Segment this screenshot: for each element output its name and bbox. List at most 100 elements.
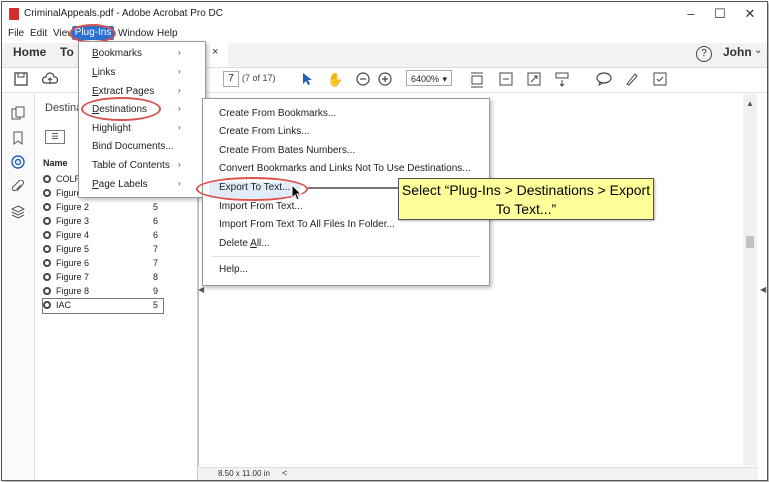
- destination-name: Figure 3: [56, 216, 90, 226]
- destination-page: 5: [153, 300, 159, 310]
- options-menu-icon[interactable]: ☰: [45, 130, 65, 144]
- fit-width-icon[interactable]: [498, 72, 514, 88]
- menu-item-create-from-links[interactable]: Create From Links...: [219, 126, 310, 137]
- fill-sign-icon[interactable]: [652, 72, 668, 88]
- destinations-icon[interactable]: [11, 155, 25, 169]
- mouse-cursor-icon: [291, 183, 303, 205]
- minimize-button[interactable]: –: [677, 5, 705, 23]
- fit-page-icon[interactable]: [469, 72, 485, 88]
- submenu-arrow-icon: ›: [178, 179, 181, 188]
- close-window-button[interactable]: ✕: [736, 5, 764, 23]
- submenu-arrow-icon: ›: [178, 104, 181, 113]
- chevron-down-icon[interactable]: ⌄: [754, 45, 762, 56]
- horizontal-scroll-left-icon[interactable]: <: [282, 468, 287, 478]
- maximize-button[interactable]: ☐: [706, 5, 734, 23]
- menu-item-bookmarks[interactable]: Bookmarks: [92, 48, 142, 59]
- destination-name: Figure 2: [56, 202, 90, 212]
- full-screen-icon[interactable]: [526, 72, 542, 88]
- destination-name: Figure 5: [56, 244, 90, 254]
- menu-item-table-of-contents[interactable]: Table of Contents: [92, 160, 170, 171]
- menu-item-import-all-files[interactable]: Import From Text To All Files In Folder.…: [219, 219, 395, 230]
- page-number-input[interactable]: 7: [223, 71, 239, 87]
- zoom-level-select[interactable]: 6400% ▾: [406, 70, 452, 86]
- scroll-mode-icon[interactable]: [554, 72, 570, 88]
- collapse-right-panel-icon[interactable]: ◀: [760, 285, 766, 294]
- destination-page: 8: [153, 272, 159, 282]
- menu-item-convert-bookmarks-links[interactable]: Convert Bookmarks and Links Not To Use D…: [219, 163, 471, 174]
- destination-icon: [43, 273, 51, 281]
- column-header-name[interactable]: Name: [43, 158, 68, 168]
- window-title: CriminalAppeals.pdf - Adobe Acrobat Pro …: [24, 8, 223, 19]
- tab-close-icon[interactable]: ×: [212, 46, 218, 58]
- destination-row[interactable]: Figure 8 9: [43, 285, 163, 299]
- attachment-icon[interactable]: [11, 179, 25, 194]
- menu-item-create-from-bookmarks[interactable]: Create From Bookmarks...: [219, 108, 336, 119]
- destination-row[interactable]: Figure 4 6: [43, 229, 163, 243]
- destination-row[interactable]: Figure 7 8: [43, 271, 163, 285]
- upload-cloud-icon[interactable]: [41, 72, 59, 88]
- select-arrow-icon[interactable]: [299, 72, 315, 88]
- destination-page: 7: [153, 258, 159, 268]
- page-thumbnails-icon[interactable]: [11, 106, 25, 120]
- destination-row-editing[interactable]: IAC 5: [42, 298, 164, 314]
- tab-tools[interactable]: Tools: [60, 45, 74, 59]
- destination-row[interactable]: Figure 2 5: [43, 201, 163, 215]
- save-icon[interactable]: [13, 72, 29, 88]
- destination-row[interactable]: Figure 6 7: [43, 257, 163, 271]
- bookmark-icon[interactable]: [11, 131, 25, 145]
- menu-item-links[interactable]: Links: [92, 67, 115, 78]
- menu-item-extract-pages[interactable]: Extract Pages: [92, 86, 154, 97]
- destination-icon: [43, 175, 51, 183]
- menu-help[interactable]: Help: [157, 28, 178, 39]
- scrollbar-thumb[interactable]: [746, 236, 754, 248]
- page-size-label: 8.50 x 11.00 in: [218, 469, 270, 478]
- submenu-arrow-icon: ›: [178, 86, 181, 95]
- chevron-down-icon: ▾: [442, 74, 447, 84]
- destination-icon: [43, 301, 51, 309]
- left-navigation-rail: [2, 94, 35, 480]
- menu-window[interactable]: Window: [118, 28, 154, 39]
- submenu-arrow-icon: ›: [178, 160, 181, 169]
- acrobat-app-icon: [9, 8, 19, 20]
- submenu-arrow-icon: ›: [178, 67, 181, 76]
- destination-icon: [43, 231, 51, 239]
- menu-item-bind-documents[interactable]: Bind Documents...: [92, 141, 174, 152]
- menu-item-highlight[interactable]: Highlight: [92, 123, 131, 134]
- destination-icon: [43, 287, 51, 295]
- destination-row[interactable]: Figure 5 7: [43, 243, 163, 257]
- user-name[interactable]: John: [723, 45, 752, 59]
- submenu-arrow-icon: ›: [178, 48, 181, 57]
- menu-item-help[interactable]: Help...: [219, 264, 248, 275]
- zoom-out-icon[interactable]: [355, 72, 371, 88]
- destination-name: Figure 6: [56, 258, 90, 268]
- destination-name: Figure 8: [56, 286, 90, 296]
- destination-page: 5: [153, 202, 159, 212]
- zoom-value: 6400%: [411, 74, 440, 84]
- instruction-callout: Select “Plug-Ins > Destinations > Export…: [398, 178, 654, 220]
- hand-icon[interactable]: ✋: [327, 72, 343, 88]
- highlight-pen-icon[interactable]: [624, 72, 640, 88]
- destination-row[interactable]: Figure 3 6: [43, 215, 163, 229]
- menu-edit[interactable]: Edit: [30, 28, 47, 39]
- scroll-up-icon[interactable]: ▲: [746, 99, 754, 108]
- zoom-in-icon[interactable]: [377, 72, 393, 88]
- help-icon[interactable]: ?: [696, 46, 712, 62]
- app-window: CriminalAppeals.pdf - Adobe Acrobat Pro …: [1, 1, 768, 481]
- comment-icon[interactable]: [596, 72, 612, 88]
- menu-item-create-from-bates[interactable]: Create From Bates Numbers...: [219, 145, 355, 156]
- collapse-left-panel-icon[interactable]: ◀: [198, 285, 204, 294]
- destination-name: Figure 7: [56, 272, 90, 282]
- layers-icon[interactable]: [10, 205, 26, 219]
- menu-item-delete-all[interactable]: Delete All...: [219, 238, 270, 249]
- destination-page: 6: [153, 230, 159, 240]
- menu-file[interactable]: File: [8, 28, 24, 39]
- destination-name: Figure 4: [56, 230, 90, 240]
- callout-connector: [308, 187, 398, 189]
- submenu-arrow-icon: ›: [178, 123, 181, 132]
- menu-item-page-labels[interactable]: Page Labels: [92, 179, 148, 190]
- page-count: (7 of 17): [242, 73, 276, 83]
- destination-icon: [43, 259, 51, 267]
- tab-home[interactable]: Home: [13, 45, 46, 59]
- plug-ins-menu: [78, 41, 206, 198]
- vertical-scrollbar[interactable]: [743, 94, 757, 466]
